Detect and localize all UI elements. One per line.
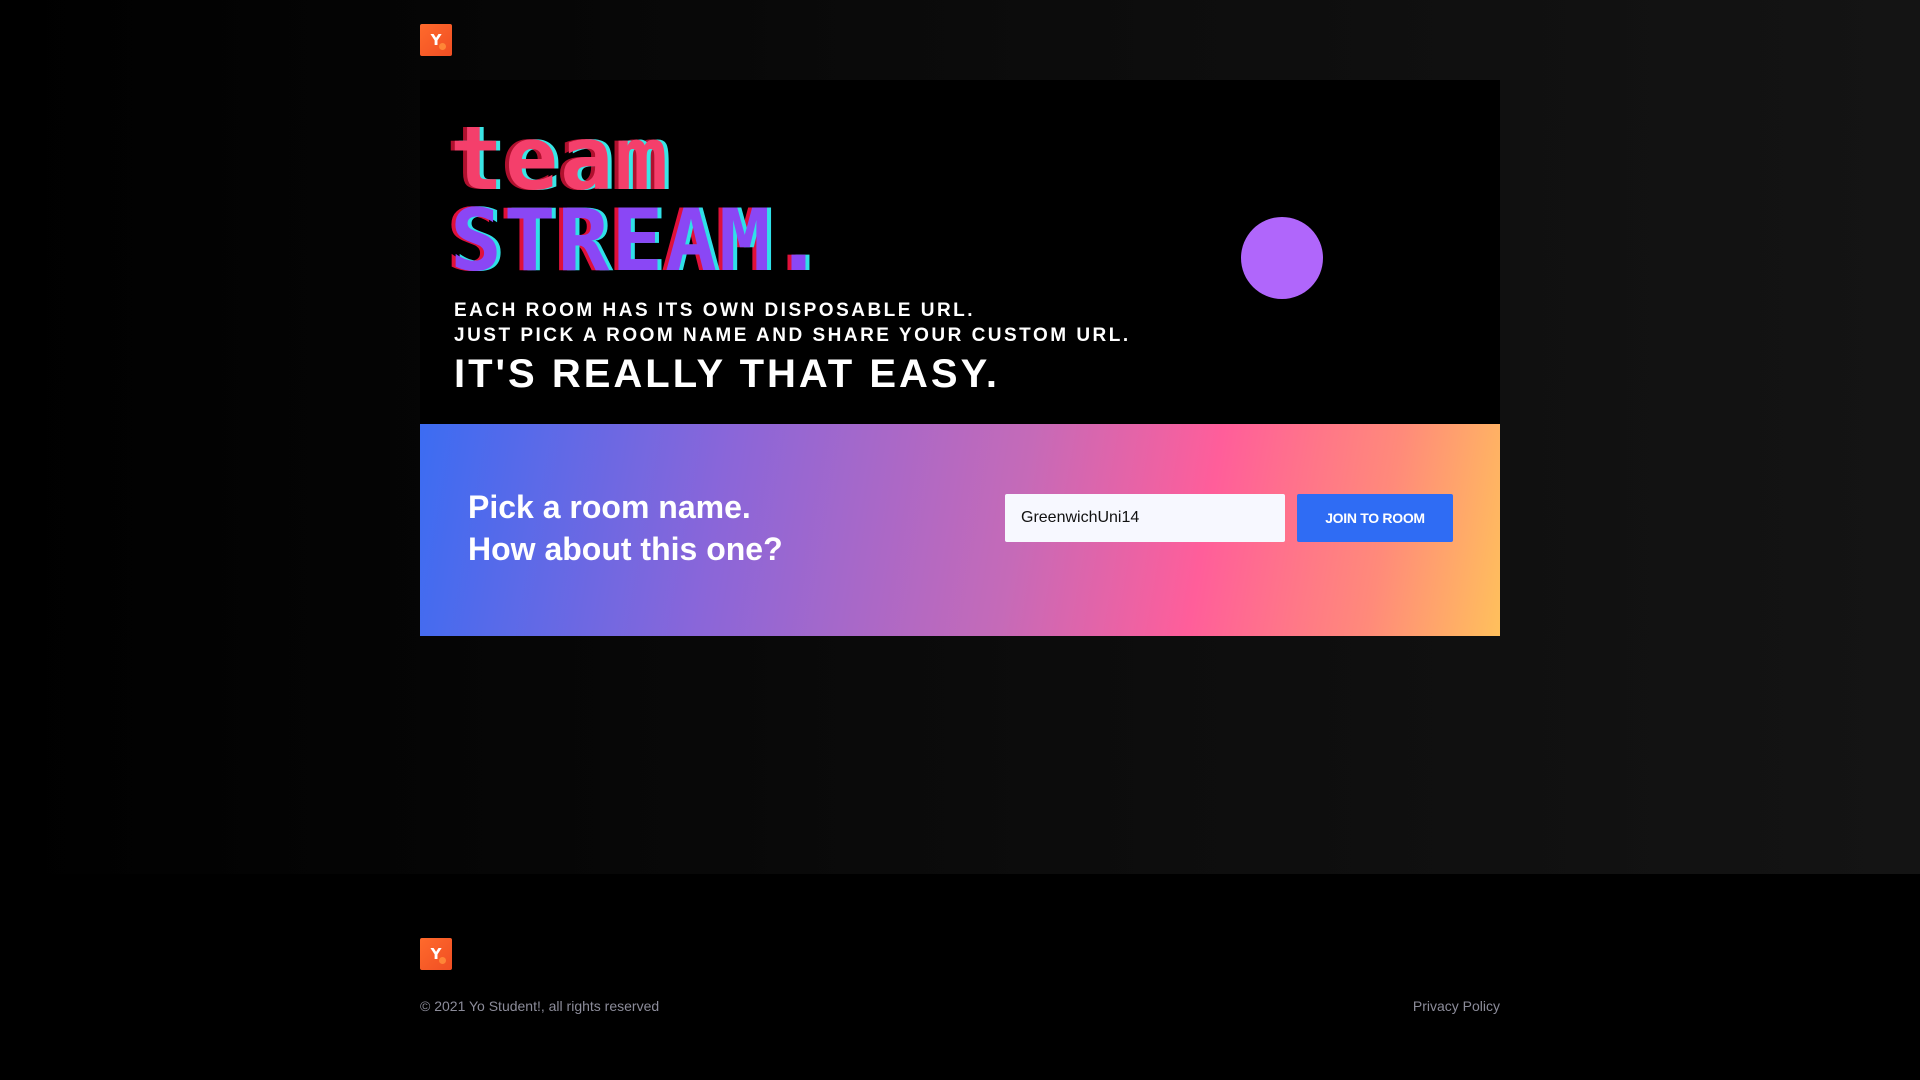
room-prompt-line-2: How about this one? — [468, 531, 783, 567]
hero-banner: Team STREAM. EACH ROOM HAS ITS OWN DISPO… — [420, 80, 1500, 424]
page: Y Team STREAM. EACH ROOM HAS ITS OWN DIS… — [0, 0, 1920, 1080]
header: Y — [420, 24, 1500, 56]
footer-logo-letter: Y — [430, 945, 442, 963]
room-prompt: Pick a room name. How about this one? — [468, 486, 783, 570]
tagline: EACH ROOM HAS ITS OWN DISPOSABLE URL. JU… — [454, 298, 1131, 348]
brand-line-stream: STREAM. — [450, 191, 827, 291]
logo-letter: Y — [430, 31, 442, 49]
logo-icon[interactable]: Y — [420, 24, 452, 56]
footer: Y © 2021 Yo Student!, all rights reserve… — [0, 874, 1920, 1080]
room-prompt-line-1: Pick a room name. — [468, 489, 751, 525]
join-room-button[interactable]: JOIN TO ROOM — [1297, 494, 1453, 542]
room-name-input[interactable] — [1005, 494, 1285, 542]
brand-line-team: Team — [450, 107, 670, 210]
hero-headline: IT'S REALLY THAT EASY. — [454, 352, 1000, 396]
room-picker-section: Pick a room name. How about this one? JO… — [420, 424, 1500, 636]
privacy-policy-link[interactable]: Privacy Policy — [1413, 998, 1500, 1014]
tagline-line-2: JUST PICK A ROOM NAME AND SHARE YOUR CUS… — [454, 325, 1131, 346]
copyright-text: © 2021 Yo Student!, all rights reserved — [420, 998, 660, 1014]
tagline-line-1: EACH ROOM HAS ITS OWN DISPOSABLE URL. — [454, 300, 976, 321]
decorative-circle — [1241, 217, 1323, 299]
brand-title: Team STREAM. — [450, 107, 827, 291]
footer-logo-icon[interactable]: Y — [420, 938, 452, 970]
main-area: Y Team STREAM. EACH ROOM HAS ITS OWN DIS… — [0, 0, 1920, 874]
